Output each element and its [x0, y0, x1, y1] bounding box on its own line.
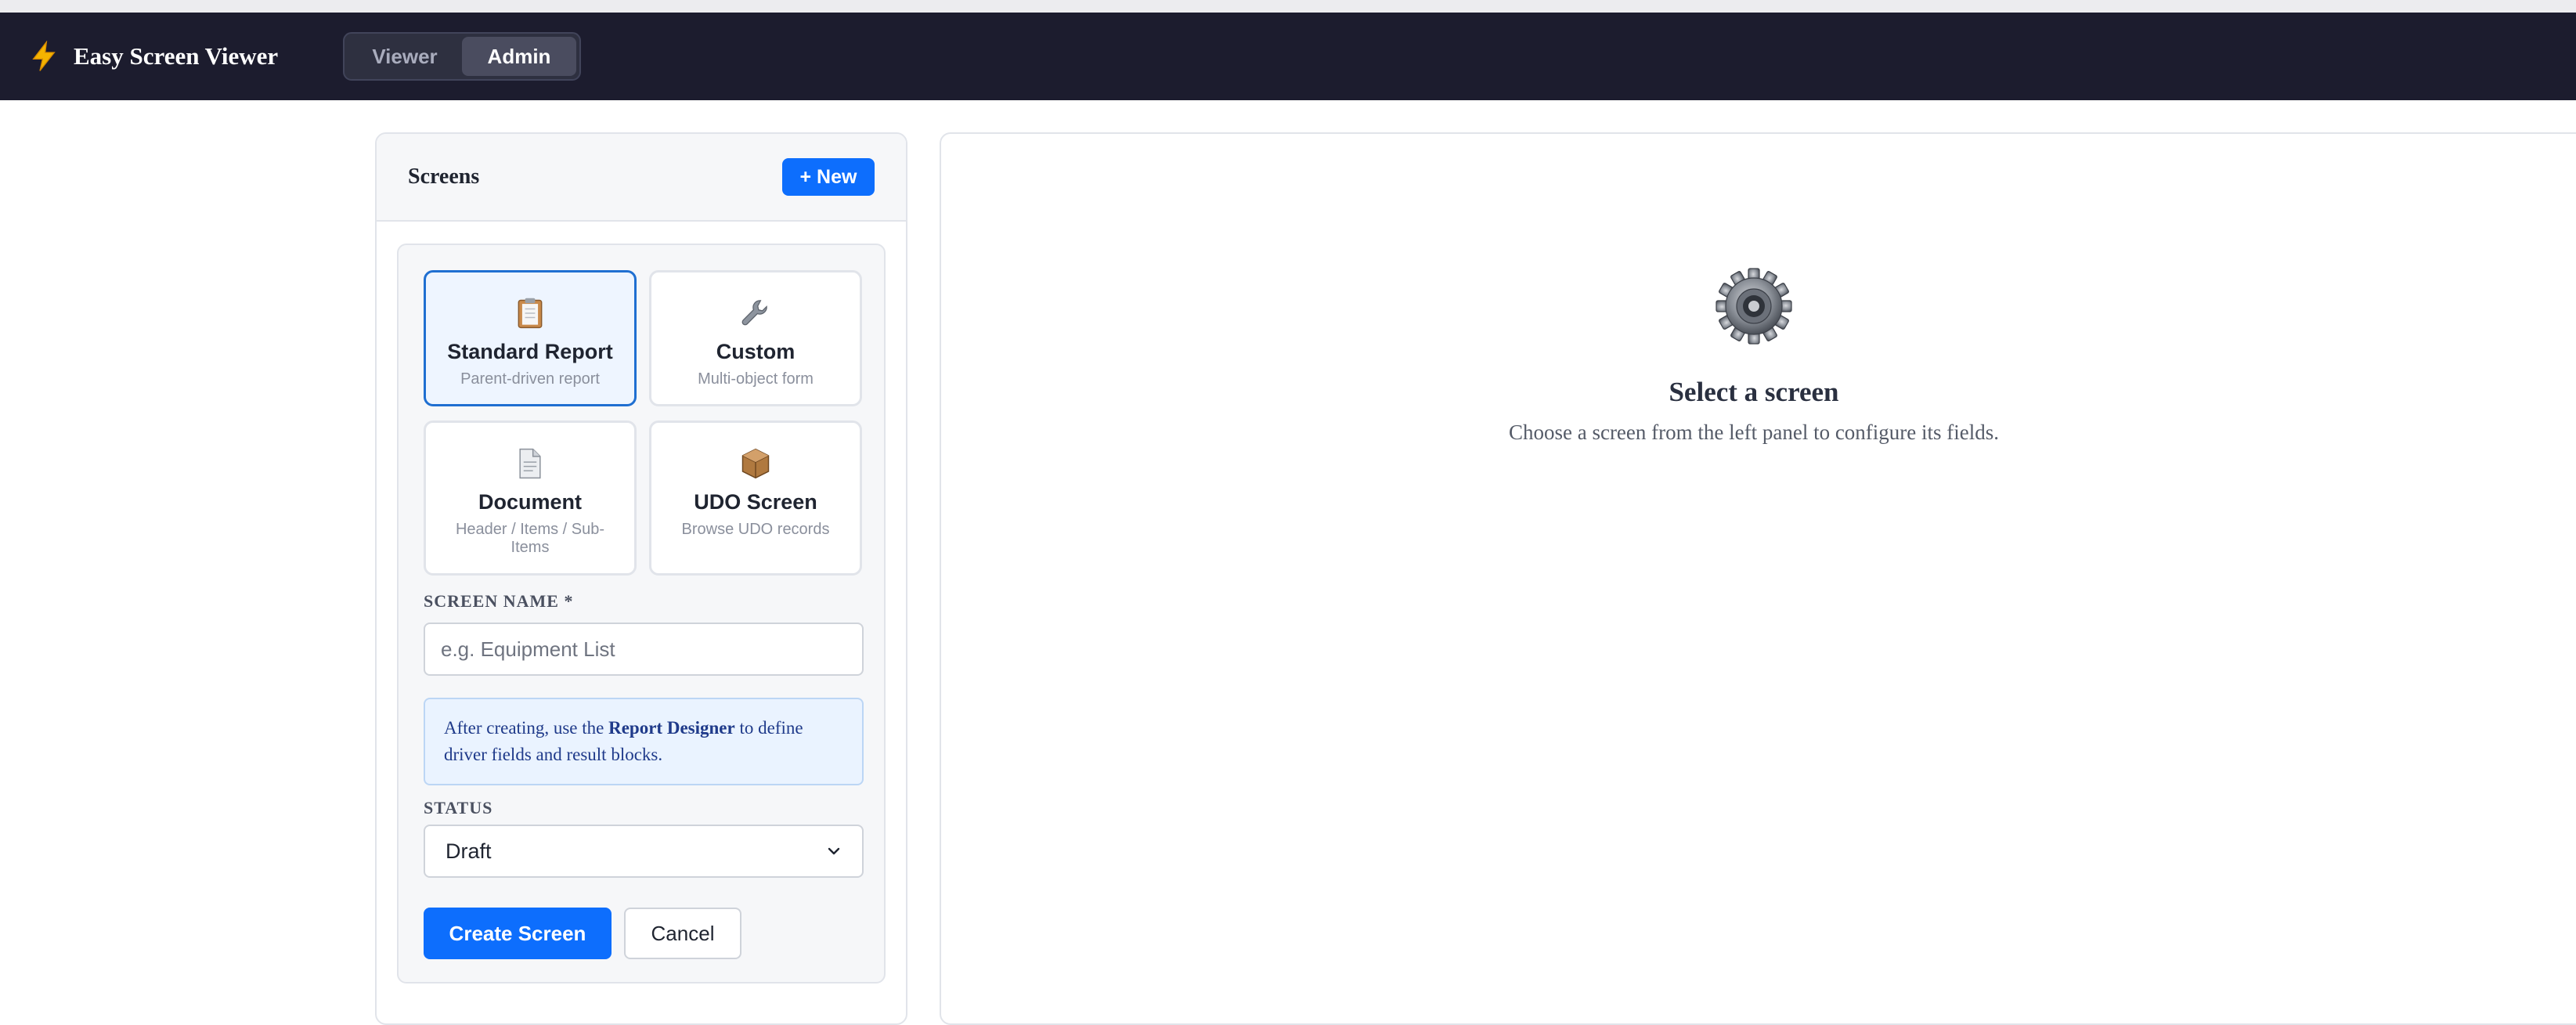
- lightning-icon: [32, 41, 56, 71]
- type-card-title: Custom: [716, 340, 796, 363]
- document-icon: [519, 448, 541, 479]
- report-designer-link[interactable]: Report Designer: [608, 718, 735, 738]
- type-card-title: UDO Screen: [694, 490, 817, 514]
- mode-viewer-button[interactable]: Viewer: [348, 37, 462, 76]
- mode-admin-button[interactable]: Admin: [462, 37, 576, 76]
- empty-state-title: Select a screen: [1669, 377, 1839, 407]
- mode-toggle: Viewer Admin: [343, 32, 581, 81]
- new-screen-button[interactable]: + New: [782, 158, 875, 196]
- gear-icon: [1716, 268, 1792, 345]
- app-title: Easy Screen Viewer: [74, 42, 279, 70]
- type-card-description: Multi-object form: [698, 370, 814, 388]
- type-card-title: Document: [478, 490, 582, 514]
- clipboard-icon: [518, 298, 543, 329]
- info-text-prefix: After creating, use the: [444, 718, 604, 738]
- screen-name-input[interactable]: [424, 623, 864, 676]
- type-card-description: Parent-driven report: [460, 370, 600, 388]
- type-card-title: Standard Report: [447, 340, 613, 363]
- type-card-standard-report[interactable]: Standard Report Parent-driven report: [424, 270, 637, 406]
- status-selected-value: Draft: [446, 839, 492, 863]
- screens-sidebar: Screens + New Standard Report Parent-dri…: [375, 132, 907, 1025]
- chevron-down-icon: [828, 847, 840, 855]
- sidebar-title: Screens: [408, 164, 480, 189]
- empty-state-subtitle: Choose a screen from the left panel to c…: [1508, 420, 2000, 444]
- type-card-description: Browse UDO records: [681, 521, 830, 538]
- sidebar-header: Screens + New: [377, 134, 906, 222]
- screen-config-panel: Select a screen Choose a screen from the…: [940, 132, 2576, 1025]
- type-card-document[interactable]: Document Header / Items / Sub-Items: [424, 420, 637, 576]
- screen-name-label: SCREEN NAME *: [424, 591, 574, 611]
- browser-top-strip: [0, 0, 2576, 13]
- create-screen-form: Standard Report Parent-driven report Cus…: [397, 244, 886, 983]
- top-navbar: Easy Screen Viewer Viewer Admin: [0, 13, 2576, 100]
- type-card-custom[interactable]: Custom Multi-object form: [649, 270, 862, 406]
- create-screen-button[interactable]: Create Screen: [424, 908, 612, 959]
- type-card-udo-screen[interactable]: UDO Screen Browse UDO records: [649, 420, 862, 576]
- designer-info-note: After creating, use the Report Designer …: [424, 698, 864, 785]
- type-card-description: Header / Items / Sub-Items: [455, 521, 605, 556]
- brand: Easy Screen Viewer: [28, 13, 278, 100]
- status-label: STATUS: [424, 798, 493, 817]
- empty-state: Select a screen Choose a screen from the…: [1332, 267, 2176, 445]
- wrench-icon: [741, 300, 767, 326]
- cancel-button[interactable]: Cancel: [624, 908, 741, 959]
- status-select[interactable]: Draft: [424, 825, 864, 878]
- package-icon: [741, 448, 770, 479]
